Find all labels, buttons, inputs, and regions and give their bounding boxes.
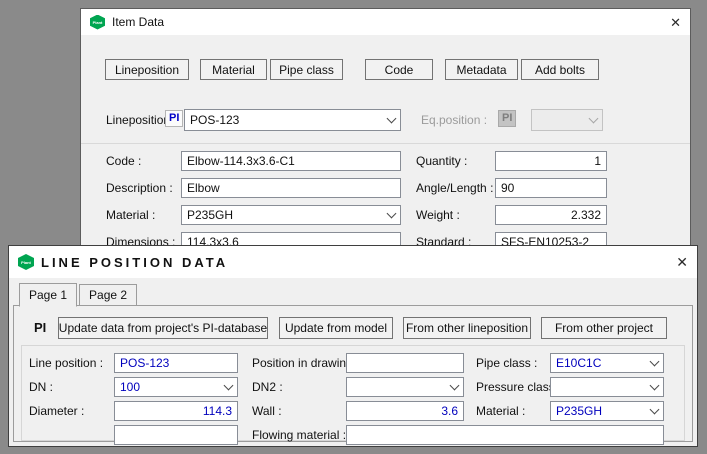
line-position-value: POS-123 bbox=[120, 356, 169, 370]
code-label: Code : bbox=[106, 154, 141, 168]
diameter-value: 114.3 bbox=[203, 404, 232, 418]
diameter-input[interactable]: 114.3 bbox=[114, 401, 238, 421]
tab-page-1[interactable]: Page 1 bbox=[19, 283, 77, 307]
line-position-titlebar[interactable]: Plant LINE POSITION DATA ✕ bbox=[9, 246, 697, 278]
chevron-down-icon bbox=[387, 114, 397, 124]
line-position-label: Line position : bbox=[29, 356, 103, 370]
chevron-down-icon bbox=[387, 209, 397, 219]
add-bolts-button[interactable]: Add bolts bbox=[521, 59, 599, 80]
pressure-class-combobox[interactable] bbox=[550, 377, 664, 397]
item-data-title: Item Data bbox=[112, 15, 164, 29]
tab-strip: Page 1 Page 2 bbox=[19, 282, 139, 306]
material-button[interactable]: Material bbox=[200, 59, 267, 80]
eq-position-label: Eq.position : bbox=[421, 113, 487, 127]
from-other-project-button[interactable]: From other project bbox=[541, 317, 667, 339]
dn2-combobox[interactable] bbox=[346, 377, 464, 397]
update-from-model-button[interactable]: Update from model bbox=[279, 317, 393, 339]
quantity-label: Quantity : bbox=[416, 154, 467, 168]
angle-length-label: Angle/Length : bbox=[416, 181, 493, 195]
eq-position-combobox bbox=[531, 109, 603, 131]
weight-value: 2.332 bbox=[571, 208, 601, 222]
chevron-down-icon bbox=[450, 381, 460, 391]
eq-pi-badge: PI bbox=[498, 110, 516, 127]
code-value: Elbow-114.3x3.6-C1 bbox=[187, 154, 295, 168]
material-label: Material : bbox=[476, 404, 525, 418]
material-combobox[interactable]: P235GH bbox=[550, 401, 664, 421]
wall-label: Wall : bbox=[252, 404, 282, 418]
close-icon[interactable]: ✕ bbox=[676, 255, 688, 269]
material-combobox[interactable]: P235GH bbox=[181, 205, 401, 225]
plant-logo-text: Plant bbox=[21, 260, 31, 265]
pi-badge[interactable]: PI bbox=[165, 110, 183, 127]
code-input[interactable]: Elbow-114.3x3.6-C1 bbox=[181, 151, 401, 171]
pipe-class-value: E10C1C bbox=[556, 356, 601, 370]
plant-logo-icon: Plant bbox=[90, 15, 105, 30]
quantity-value: 1 bbox=[594, 154, 601, 168]
flowing-material-label: Flowing material : bbox=[252, 428, 346, 442]
item-data-titlebar[interactable]: Plant Item Data ✕ bbox=[81, 9, 690, 35]
desktop-background: Plant Item Data ✕ Lineposition Material … bbox=[0, 0, 707, 454]
tab-page-2[interactable]: Page 2 bbox=[79, 284, 137, 305]
angle-length-input[interactable]: 90 bbox=[495, 178, 607, 198]
lineposition-button[interactable]: Lineposition bbox=[105, 59, 189, 80]
flowing-material-input[interactable] bbox=[346, 425, 664, 445]
pi-label: PI bbox=[34, 320, 46, 335]
weight-input[interactable]: 2.332 bbox=[495, 205, 607, 225]
pipe-class-combobox[interactable]: E10C1C bbox=[550, 353, 664, 373]
quantity-input[interactable]: 1 bbox=[495, 151, 607, 171]
material-value: P235GH bbox=[556, 404, 602, 418]
from-other-lineposition-button[interactable]: From other lineposition bbox=[403, 317, 531, 339]
chevron-down-icon bbox=[589, 114, 599, 124]
dn-label: DN : bbox=[29, 380, 53, 394]
pressure-class-label: Pressure class : bbox=[476, 380, 561, 394]
close-icon[interactable]: ✕ bbox=[670, 16, 681, 29]
plant-logo-text: Plant bbox=[93, 20, 103, 25]
weight-label: Weight : bbox=[416, 208, 460, 222]
chevron-down-icon bbox=[650, 405, 660, 415]
spare-input[interactable] bbox=[114, 425, 238, 445]
wall-input[interactable]: 3.6 bbox=[346, 401, 464, 421]
code-button[interactable]: Code bbox=[365, 59, 433, 80]
position-in-drawing-input[interactable] bbox=[346, 353, 464, 373]
diameter-label: Diameter : bbox=[29, 404, 84, 418]
line-position-input[interactable]: POS-123 bbox=[114, 353, 238, 373]
lineposition-value: POS-123 bbox=[190, 113, 239, 127]
dn-combobox[interactable]: 100 bbox=[114, 377, 238, 397]
material-label: Material : bbox=[106, 208, 155, 222]
description-input[interactable]: Elbow bbox=[181, 178, 401, 198]
chevron-down-icon bbox=[650, 357, 660, 367]
material-value: P235GH bbox=[187, 208, 233, 222]
line-position-title: LINE POSITION DATA bbox=[41, 255, 228, 270]
metadata-button[interactable]: Metadata bbox=[445, 59, 518, 80]
dn-value: 100 bbox=[120, 380, 140, 394]
description-value: Elbow bbox=[187, 181, 220, 195]
angle-length-value: 90 bbox=[501, 181, 514, 195]
description-label: Description : bbox=[106, 181, 173, 195]
chevron-down-icon bbox=[650, 381, 660, 391]
chevron-down-icon bbox=[224, 381, 234, 391]
wall-value: 3.6 bbox=[441, 404, 458, 418]
separator bbox=[81, 143, 690, 144]
lineposition-combobox[interactable]: POS-123 bbox=[184, 109, 401, 131]
dn2-label: DN2 : bbox=[252, 380, 283, 394]
position-in-drawing-label: Position in drawing : bbox=[252, 356, 359, 370]
pipe-class-label: Pipe class : bbox=[476, 356, 537, 370]
pipe-class-button[interactable]: Pipe class bbox=[270, 59, 343, 80]
plant-logo-icon: Plant bbox=[18, 254, 34, 270]
update-pi-database-button[interactable]: Update data from project's PI-database bbox=[58, 317, 268, 339]
line-position-dialog: Plant LINE POSITION DATA ✕ Page 1 Page 2… bbox=[8, 245, 698, 447]
